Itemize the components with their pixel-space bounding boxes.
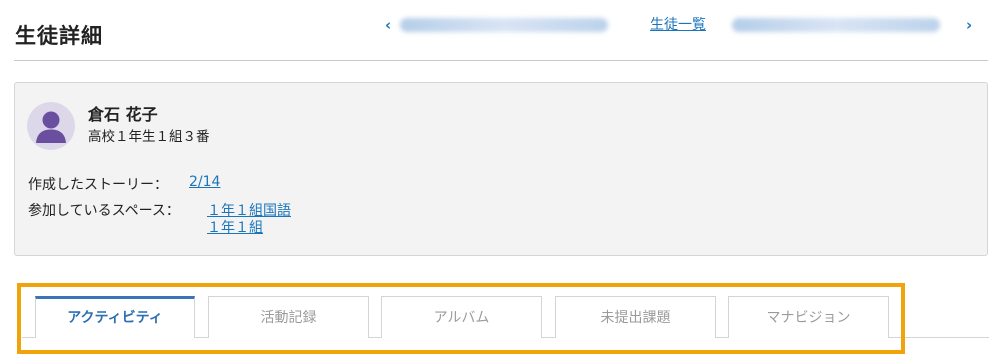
tabs-highlight-frame xyxy=(17,283,905,354)
student-grade: 高校１年生１組３番 xyxy=(88,129,210,145)
stories-count-link[interactable]: 2/14 xyxy=(189,174,220,190)
student-navigation: ‹ 生徒一覧 › xyxy=(0,14,1006,36)
student-profile-card: 倉石 花子 高校１年生１組３番 作成したストーリー： 2/14 参加しているスペ… xyxy=(14,82,988,256)
avatar xyxy=(27,102,75,150)
stories-label: 作成したストーリー： xyxy=(28,177,168,193)
next-student-link[interactable] xyxy=(732,18,940,32)
user-silhouette-icon xyxy=(36,111,66,143)
student-list-link[interactable]: 生徒一覧 xyxy=(650,14,706,36)
chevron-right-icon[interactable]: › xyxy=(966,14,972,36)
student-detail-page: 生徒詳細 ‹ 生徒一覧 › 倉石 花子 高校１年生１組３番 作成したストーリー：… xyxy=(0,0,1006,357)
chevron-left-icon[interactable]: ‹ xyxy=(385,14,391,36)
space-link[interactable]: １年１組 xyxy=(207,217,263,237)
header-divider xyxy=(14,60,988,61)
student-name: 倉石 花子 xyxy=(88,105,158,124)
spaces-label: 参加しているスペース： xyxy=(28,203,180,219)
previous-student-link[interactable] xyxy=(400,18,608,32)
